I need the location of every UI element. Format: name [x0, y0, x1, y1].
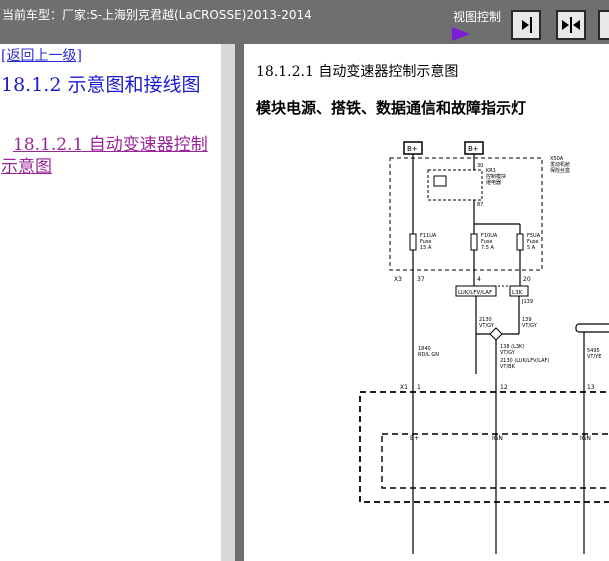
relay-pin-87: 87 [477, 202, 483, 208]
terminal-bplus-left-label: B+ [407, 145, 418, 153]
fuse-3-rating: 5 A [527, 245, 536, 251]
expand-panes-button[interactable] [598, 10, 609, 40]
view-control-label: 视图控制 [453, 10, 502, 24]
section-heading[interactable]: 18.1.2 示意图和接线图 [1, 74, 221, 96]
wire-1840-color: RD/L GN [418, 352, 439, 358]
content-pane: 18.1.2.1 自动变速器控制示意图 模块电源、搭铁、数据通信和故障指示灯 B… [244, 44, 609, 561]
lower-pin-1: 1 [417, 384, 421, 391]
collapse-icon [562, 17, 580, 33]
bottom-ign2: IGN [580, 435, 591, 442]
wire-2130-color: VT/GY [479, 323, 495, 329]
wire-139-color: VT/GY [522, 323, 538, 329]
fuse-2-rating: 7.5 A [481, 245, 495, 251]
wire-right-color: VT/YE [587, 354, 601, 360]
lower-x1: X1 [400, 384, 408, 391]
bottom-ign: IGN [492, 435, 503, 442]
module-outline-outer [359, 391, 609, 503]
bottom-bplus: B+ [410, 435, 419, 442]
lower-pin-12: 12 [500, 384, 508, 391]
play-arrow-icon[interactable] [452, 27, 470, 41]
scrollbar-track[interactable] [235, 44, 244, 561]
collapse-panes-button[interactable] [556, 10, 586, 40]
component-right [575, 323, 609, 333]
conn-x3: X3 [394, 276, 402, 283]
conn-mid-pin: 4 [477, 276, 481, 283]
wire-138-b-color: VT/BK [500, 364, 516, 370]
current-item-link[interactable]: 18.1.2.1 自动变速器控制示意图 [1, 134, 221, 178]
wiring-diagram: B+ B+ X50A 发动机舱 保险丝盒 KR1 控制模块 继电器 30 87 … [359, 141, 609, 554]
navigation-pane: [返回上一级] 18.1.2 示意图和接线图 18.1.2.1 自动变速器控制示… [0, 44, 221, 561]
box-note-2: 发动机舱 [550, 161, 570, 168]
box-note-3: 保险丝盒 [550, 167, 570, 174]
fuse-1-rating: 15 A [420, 245, 432, 251]
wire-138-a-color: VT/GY [500, 350, 516, 356]
terminal-bplus-right-label: B+ [468, 145, 479, 153]
relay-coil [433, 175, 447, 187]
step-right-icon [522, 17, 532, 33]
relay-outline [427, 169, 483, 201]
option-box-lfu-label: LUK/LFV/LAF [458, 290, 492, 296]
conn-x3-pin: 37 [417, 276, 425, 283]
header-bar: 当前车型：厂家:S-上海别克君越(LaCROSSE)2013-2014 视图控制 [0, 0, 609, 44]
fuse-1 [409, 233, 417, 251]
splice-diamond [489, 327, 503, 341]
fuse-3 [516, 233, 524, 251]
vehicle-model-label: 当前车型：厂家:S-上海别克君越(LaCROSSE)2013-2014 [2, 8, 312, 22]
splice-name: J139 [521, 299, 533, 305]
next-page-button[interactable] [511, 10, 541, 40]
section-title: 18.1.2.1 自动变速器控制示意图 [256, 64, 459, 80]
relay-pin-30: 30 [477, 163, 483, 169]
subsection-title: 模块电源、搭铁、数据通信和故障指示灯 [256, 99, 527, 117]
relay-label-2: 控制模块 [486, 173, 506, 180]
lower-pin-13: 13 [587, 384, 595, 391]
splitter-handle[interactable] [221, 44, 235, 561]
relay-label-3: 继电器 [486, 179, 501, 186]
conn-right-pin: 20 [523, 276, 531, 283]
back-link[interactable]: [返回上一级] [1, 45, 82, 65]
option-box-l3k-label: L3K [512, 290, 523, 296]
fuse-2 [470, 233, 478, 251]
